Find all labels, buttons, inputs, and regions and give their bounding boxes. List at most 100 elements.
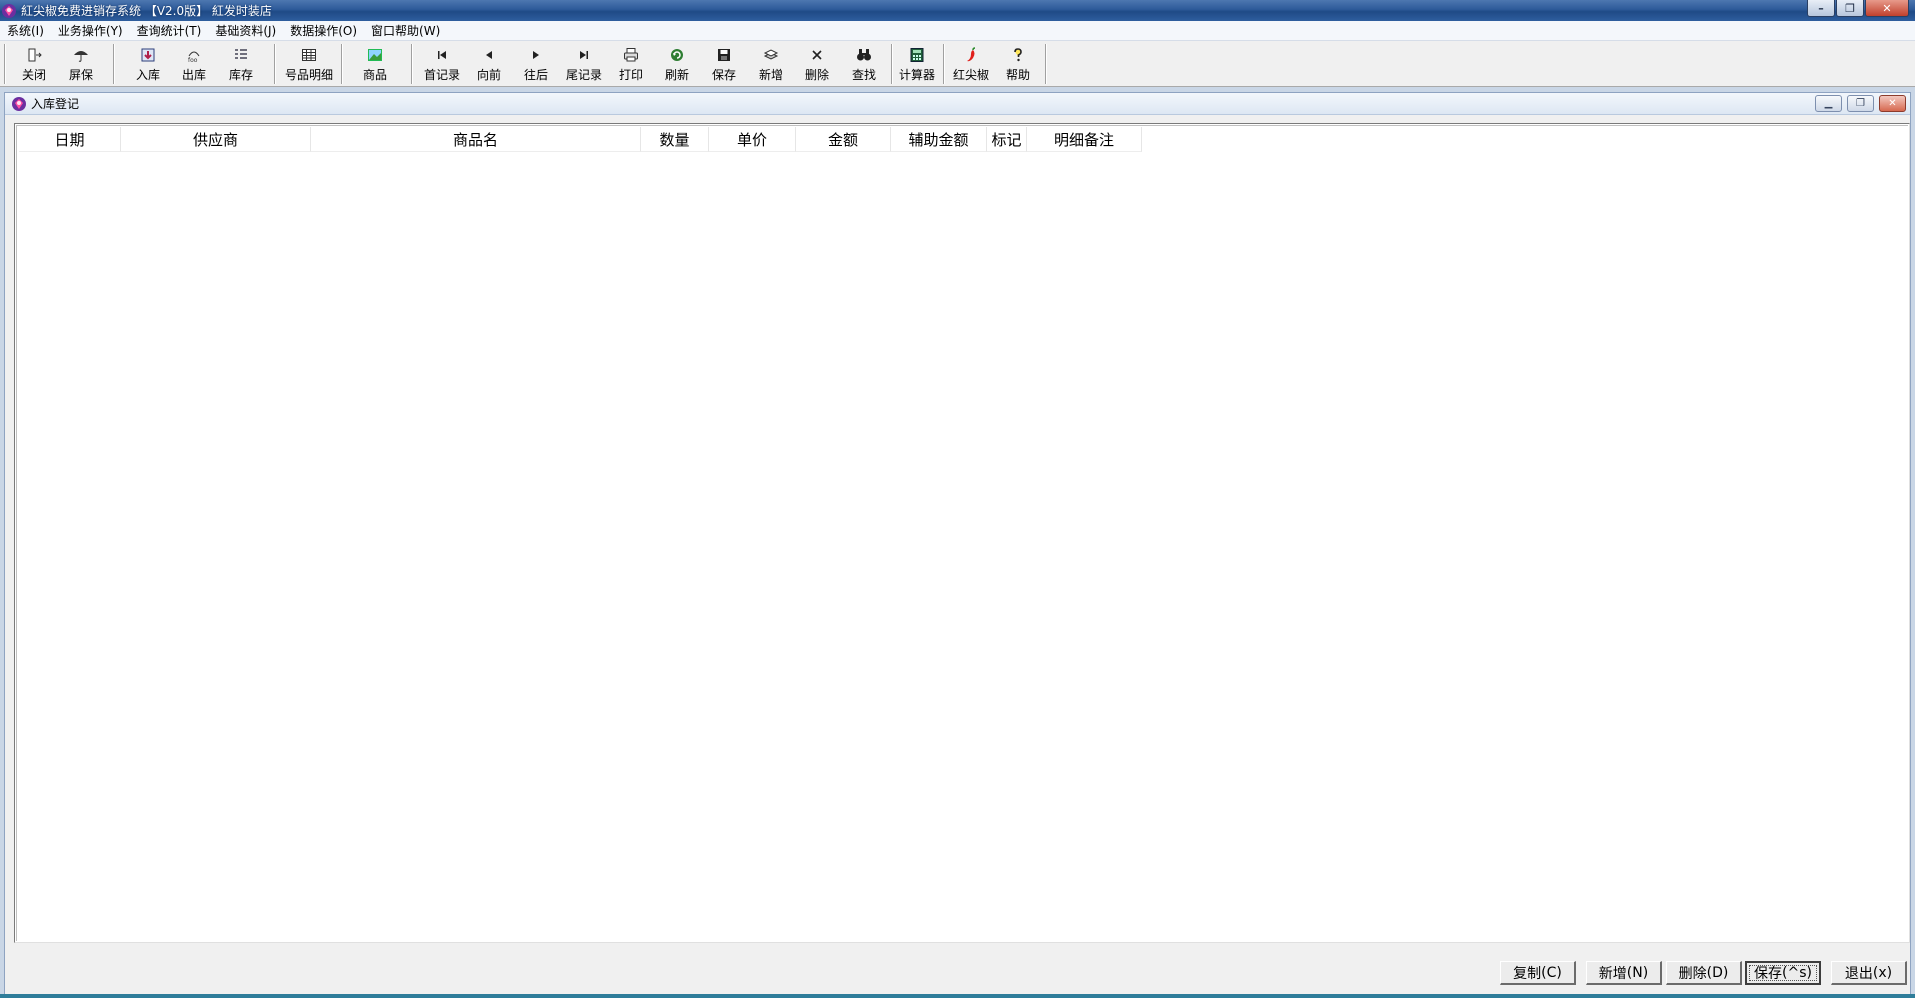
child-title-bar: 入库登记 ▁ ❐ ✕ bbox=[5, 93, 1910, 115]
add-button-hotkey: (N) bbox=[1626, 964, 1649, 981]
toolbar-item-detail-button[interactable]: 号品明细 bbox=[283, 44, 335, 84]
toolbar-help-button[interactable]: 帮助 bbox=[998, 44, 1038, 84]
toolbar-chili-button[interactable]: 红尖椒 bbox=[951, 44, 991, 84]
toolbar-label: 关闭 bbox=[21, 68, 46, 82]
column-header-supplier[interactable]: 供应商 bbox=[121, 127, 311, 152]
toolbar-label: 号品明细 bbox=[284, 68, 333, 82]
exit-door-icon bbox=[25, 46, 43, 64]
next-icon bbox=[527, 46, 545, 64]
previous-icon bbox=[480, 46, 498, 64]
toolbar-delete-button[interactable]: 删除 bbox=[797, 44, 837, 84]
exit-button-label: 退出 bbox=[1844, 965, 1873, 982]
menu-system[interactable]: 系统(I) bbox=[0, 22, 51, 39]
toolbar-separator bbox=[4, 44, 6, 84]
binoculars-icon bbox=[855, 46, 873, 64]
toolbar-label: 库存 bbox=[228, 68, 253, 82]
toolbar-separator bbox=[1045, 44, 1047, 84]
toolbar-separator bbox=[274, 44, 276, 84]
toolbar-separator bbox=[891, 44, 893, 84]
toolbar-first-record-button[interactable]: 首记录 bbox=[420, 44, 464, 84]
add-button[interactable]: 新增 (N) bbox=[1586, 961, 1662, 985]
toolbar-label: 尾记录 bbox=[565, 68, 602, 82]
toolbar-stock-in-button[interactable]: 入库 bbox=[128, 44, 168, 84]
toolbar-label: 帮助 bbox=[1005, 68, 1030, 82]
product-image-icon bbox=[366, 46, 384, 64]
app-logo-icon bbox=[2, 3, 16, 18]
toolbar-add-button[interactable]: 新增 bbox=[751, 44, 791, 84]
copy-button[interactable]: 复制 (C) bbox=[1500, 961, 1576, 985]
toolbar-refresh-button[interactable]: 刷新 bbox=[657, 44, 697, 84]
toolbar-separator bbox=[341, 44, 343, 84]
toolbar-label: 刷新 bbox=[664, 68, 689, 82]
delete-button[interactable]: 删除 (D) bbox=[1666, 961, 1742, 985]
toolbar-print-button[interactable]: 打印 bbox=[611, 44, 651, 84]
window-title: 紅尖椒免费进销存系统 【V2.0版】 紅发时装店 bbox=[21, 4, 272, 18]
toolbar-last-record-button[interactable]: 尾记录 bbox=[562, 44, 606, 84]
save-button-label: 保存 bbox=[1754, 966, 1783, 982]
column-header-unit-price[interactable]: 单价 bbox=[709, 127, 796, 152]
menu-business[interactable]: 业务操作(Y) bbox=[51, 22, 130, 39]
toolbar-close-button[interactable]: 关闭 bbox=[14, 44, 54, 84]
toolbar-label: 删除 bbox=[804, 68, 829, 82]
toolbar-label: 屏保 bbox=[68, 68, 93, 82]
save-button[interactable]: 保存 (^s) bbox=[1745, 961, 1821, 985]
menu-window-help[interactable]: 窗口帮助(W) bbox=[364, 22, 447, 39]
column-header-amount[interactable]: 金额 bbox=[796, 127, 891, 152]
delete-x-icon bbox=[808, 46, 826, 64]
toolbar: 关闭 屏保 入库 foo 出库 库存 号品明细 商品 首记录 向前 往后 尾记录… bbox=[0, 41, 1915, 87]
menu-data-ops[interactable]: 数据操作(O) bbox=[283, 22, 364, 39]
column-header-aux-amount[interactable]: 辅助金额 bbox=[891, 127, 987, 152]
stock-in-grid[interactable]: 日期 供应商 商品名 数量 单价 金额 辅助金额 标记 明细备注 bbox=[14, 123, 1910, 943]
menu-base-data[interactable]: 基础资料(J) bbox=[208, 22, 283, 39]
toolbar-label: 计算器 bbox=[898, 68, 935, 82]
child-restore-button[interactable]: ❐ bbox=[1847, 95, 1874, 112]
toolbar-save-button[interactable]: 保存 bbox=[704, 44, 744, 84]
floppy-save-icon bbox=[715, 46, 733, 64]
add-button-label: 新增 bbox=[1598, 965, 1627, 982]
toolbar-previous-button[interactable]: 向前 bbox=[469, 44, 509, 84]
menu-bar: 系统(I) 业务操作(Y) 查询统计(T) 基础资料(J) 数据操作(O) 窗口… bbox=[0, 21, 1915, 41]
toolbar-screensaver-button[interactable]: 屏保 bbox=[61, 44, 101, 84]
exit-button-hotkey: (x) bbox=[1872, 964, 1893, 981]
toolbar-separator bbox=[943, 44, 945, 84]
close-button[interactable]: ✕ bbox=[1865, 0, 1909, 17]
first-record-icon bbox=[433, 46, 451, 64]
toolbar-label: 向前 bbox=[476, 68, 501, 82]
delete-button-hotkey: (D) bbox=[1706, 964, 1729, 981]
child-minimize-button[interactable]: ▁ bbox=[1815, 95, 1842, 112]
exit-button[interactable]: 退出 (x) bbox=[1831, 961, 1907, 985]
inventory-list-icon bbox=[232, 46, 250, 64]
toolbar-label: 红尖椒 bbox=[952, 68, 989, 82]
minimize-button[interactable]: – bbox=[1807, 0, 1835, 17]
toolbar-label: 新增 bbox=[758, 68, 783, 82]
toolbar-label: 保存 bbox=[711, 68, 736, 82]
column-header-date[interactable]: 日期 bbox=[19, 127, 121, 152]
toolbar-find-button[interactable]: 查找 bbox=[844, 44, 884, 84]
add-stack-icon bbox=[762, 46, 780, 64]
menu-query-stats[interactable]: 查询统计(T) bbox=[130, 22, 209, 39]
toolbar-label: 出库 bbox=[181, 68, 206, 82]
stock-in-window: 入库登记 ▁ ❐ ✕ 日期 供应商 商品名 数量 单价 金额 辅助金额 标记 明… bbox=[4, 92, 1911, 998]
refresh-icon bbox=[668, 46, 686, 64]
column-header-product-name[interactable]: 商品名 bbox=[311, 127, 641, 152]
toolbar-label: 打印 bbox=[618, 68, 643, 82]
toolbar-label: 商品 bbox=[362, 68, 387, 82]
toolbar-calculator-button[interactable]: 计算器 bbox=[895, 44, 939, 84]
chili-pepper-icon bbox=[962, 46, 980, 64]
toolbar-inventory-button[interactable]: 库存 bbox=[221, 44, 261, 84]
stock-in-icon bbox=[139, 46, 157, 64]
column-header-detail-notes[interactable]: 明细备注 bbox=[1027, 127, 1142, 152]
column-header-quantity[interactable]: 数量 bbox=[641, 127, 709, 152]
copy-button-hotkey: (C) bbox=[1541, 964, 1562, 981]
printer-icon bbox=[622, 46, 640, 64]
toolbar-product-button[interactable]: 商品 bbox=[355, 44, 395, 84]
umbrella-icon bbox=[72, 46, 90, 64]
restore-button[interactable]: ❐ bbox=[1836, 0, 1864, 17]
toolbar-label: 入库 bbox=[135, 68, 160, 82]
column-header-mark[interactable]: 标记 bbox=[987, 127, 1027, 152]
toolbar-next-button[interactable]: 往后 bbox=[516, 44, 556, 84]
toolbar-stock-out-button[interactable]: foo 出库 bbox=[174, 44, 214, 84]
child-close-button[interactable]: ✕ bbox=[1879, 95, 1906, 112]
stock-out-icon: foo bbox=[185, 46, 203, 64]
toolbar-label: 首记录 bbox=[423, 68, 460, 82]
